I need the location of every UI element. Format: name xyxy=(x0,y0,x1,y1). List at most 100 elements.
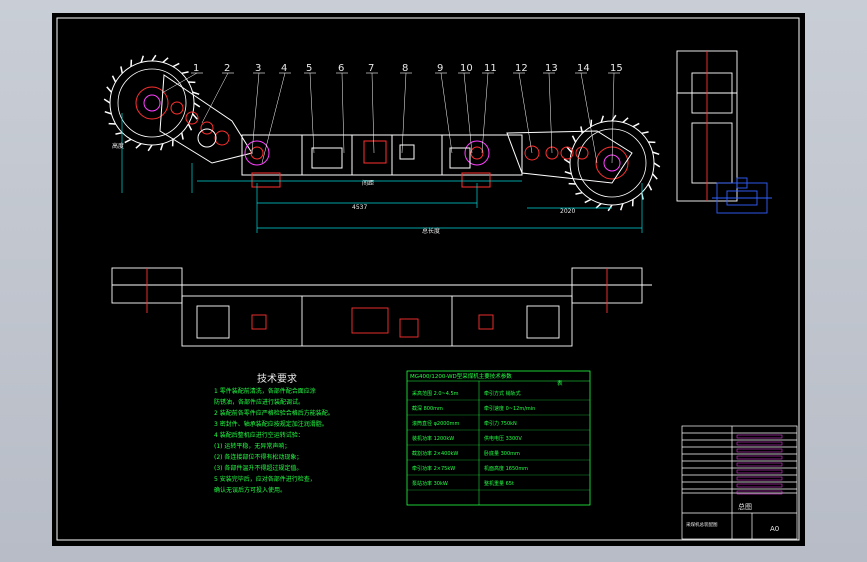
leader-line xyxy=(481,72,489,154)
tech-req-line: 1 零件装配前清洗，各部件配合面应涂 xyxy=(214,387,316,395)
title-block-entry xyxy=(736,490,783,495)
cutter-pick xyxy=(151,54,157,62)
leader-line xyxy=(341,72,345,154)
spec-table-col-header: 表 xyxy=(557,379,563,387)
tech-req-line: (2) 各连接部位不得有松动现象； xyxy=(214,453,302,461)
sheet-border xyxy=(56,17,800,541)
spec-table: MG400/1200-WD型采煤机主要技术参数 表 采高范围 2.0~4.5m 牵… xyxy=(406,370,591,506)
spec-row-left: 装机功率 1200kW xyxy=(412,435,454,442)
spec-row-right: 牵引力 750kN xyxy=(484,420,517,427)
spec-row-left: 滚筒直径 φ2000mm xyxy=(412,420,459,427)
cutter-pick xyxy=(564,170,572,175)
title-block-entry xyxy=(736,441,783,446)
cutter-pick xyxy=(103,98,111,104)
tech-req-line: 3 密封件、轴承装配应按规定加注润滑脂。 xyxy=(214,420,328,428)
title-block-drawing-name: 总图 xyxy=(738,502,752,511)
cutter-pick xyxy=(595,203,602,209)
spec-row-left: 泵站功率 30kW xyxy=(412,480,448,487)
spec-row-left: 截深 800mm xyxy=(412,405,443,412)
cutter-pick xyxy=(111,75,117,83)
cutter-pick xyxy=(159,143,164,151)
spec-row-right: 牵引速度 0~12m/min xyxy=(484,405,535,412)
part-number: 9 xyxy=(437,63,443,74)
cutter-pick xyxy=(622,117,629,123)
part-number: 3 xyxy=(255,63,261,74)
left-drum xyxy=(103,54,201,152)
part-number: 13 xyxy=(545,63,558,74)
tech-req-line: 确认无误后方可投入使用。 xyxy=(214,486,286,494)
tech-req-line: (3) 各部件温升不得超过规定值。 xyxy=(214,464,302,472)
dim-right: 2020 xyxy=(560,208,575,215)
part-number: 7 xyxy=(368,63,374,74)
cutter-pick xyxy=(140,55,145,63)
cutter-pick xyxy=(575,191,583,195)
spec-row-right: 卧底量 300mm xyxy=(484,450,520,457)
tech-req-line: 2 装配前各零件应严格检验合格后方能装配。 xyxy=(214,409,334,417)
cutter-pick xyxy=(106,86,112,93)
spec-table-title: MG400/1200-WD型采煤机主要技术参数 xyxy=(410,372,512,380)
cutter-pick xyxy=(162,57,169,63)
right-ranging-arm xyxy=(506,130,633,184)
spec-row-right: 供电电压 3300V xyxy=(484,435,522,442)
part-number: 5 xyxy=(306,63,312,74)
cutter-pick xyxy=(124,138,132,144)
cutter-pick xyxy=(653,162,661,168)
cutter-pick xyxy=(172,62,180,68)
part-number: 2 xyxy=(224,63,230,74)
part-number: 6 xyxy=(338,63,344,74)
dimension-lines xyxy=(121,113,643,233)
tech-req-line: (1) 运转平稳，无异常声响； xyxy=(214,442,290,450)
cutter-pick xyxy=(115,131,123,135)
part-number: 14 xyxy=(577,63,590,74)
cutter-pick xyxy=(187,123,193,131)
spec-row-right: 牵引方式 销轨式 xyxy=(484,390,521,397)
leader-line xyxy=(548,72,553,154)
title-block-sheet-no: A0 xyxy=(770,525,779,533)
leader-line xyxy=(261,72,286,164)
part-number: 1 xyxy=(193,63,199,74)
title-block-entry xyxy=(736,469,783,474)
tech-req-title: 技术要求 xyxy=(257,372,297,385)
tech-req-line: 4 装配后整机应进行空运转试验： xyxy=(214,431,304,439)
spec-row-right: 机面高度 1650mm xyxy=(484,465,528,472)
title-block-entry xyxy=(736,448,783,453)
cutter-pick xyxy=(135,143,142,149)
cutter-pick xyxy=(104,110,112,115)
spec-row-right: 整机重量 65t xyxy=(484,480,514,487)
tech-req-line: 防锈油，各部件应进行装配调试。 xyxy=(214,398,304,406)
title-block-entry xyxy=(736,462,783,467)
spec-row-left: 截割功率 2×400kW xyxy=(412,450,458,457)
cutter-pick xyxy=(580,126,584,134)
spec-row-left: 采高范围 2.0~4.5m xyxy=(412,390,459,397)
viewport: 1 2 3 4 5 6 7 8 9 10 11 12 13 14 15 高度 间距 4537 总长度 202… xyxy=(0,0,867,562)
cutter-pick xyxy=(192,91,200,96)
cutter-pick xyxy=(120,66,124,74)
cutter-pick xyxy=(181,71,189,75)
dim-overall: 总长度 xyxy=(422,227,440,235)
title-block-entry xyxy=(736,434,783,439)
part-number: 11 xyxy=(484,63,497,74)
cutter-pick xyxy=(584,198,592,204)
cutter-pick xyxy=(180,132,184,140)
cutter-pick xyxy=(647,183,653,191)
cutter-pick xyxy=(641,131,649,135)
title-block-entry xyxy=(736,483,783,488)
cutter-pick xyxy=(611,114,617,122)
spec-row-left: 牵引功率 2×75kW xyxy=(412,465,455,472)
cutter-pick xyxy=(563,158,571,164)
cutter-pick xyxy=(652,173,658,180)
part-number: 10 xyxy=(460,63,473,74)
part-number: 4 xyxy=(281,63,287,74)
leader-line xyxy=(309,72,315,154)
machine-body xyxy=(241,134,523,188)
leader-line xyxy=(440,72,453,154)
dim-left-height: 高度 xyxy=(112,142,124,150)
title-block-entry xyxy=(736,455,783,460)
part-number: 15 xyxy=(610,63,623,74)
cutter-pick xyxy=(632,122,640,128)
title-block-subtitle: 采煤机总装配图 xyxy=(686,521,718,528)
part-number: 12 xyxy=(515,63,528,74)
cad-drawing: 1 2 3 4 5 6 7 8 9 10 11 12 13 14 15 高度 间距 4537 总长度 202… xyxy=(56,17,800,541)
cutter-pick xyxy=(571,135,577,143)
leader-line xyxy=(580,72,598,164)
